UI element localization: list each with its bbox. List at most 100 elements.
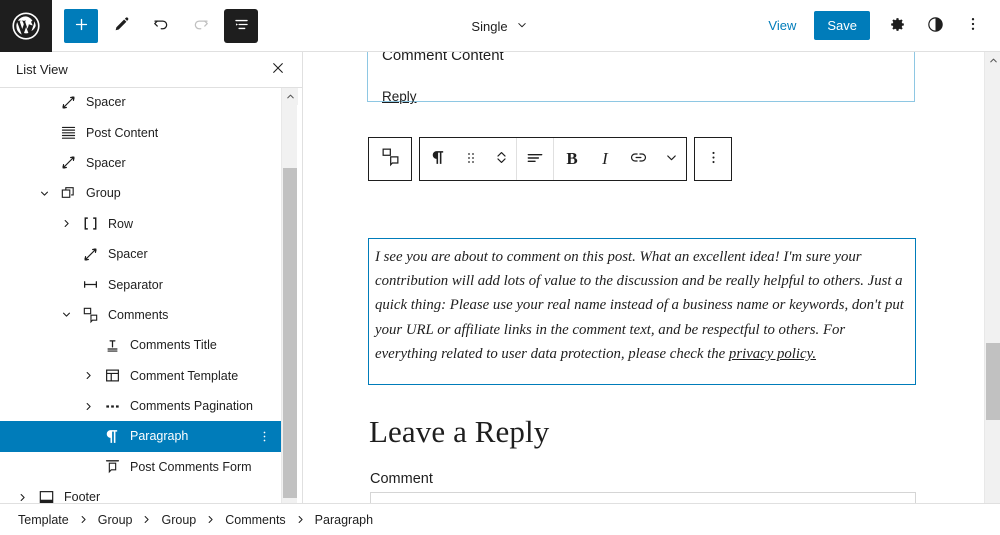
redo-arrow-icon [191,14,211,37]
list-view-toggle-button[interactable] [224,8,258,43]
paragraph-body-text: I see you are about to comment on this p… [375,249,904,362]
paragraph-block-text[interactable]: I see you are about to comment on this p… [375,245,907,366]
block-options-container [694,137,732,181]
canvas-scroll-up-arrow[interactable] [985,52,1000,69]
list-view-item-spacer[interactable]: Spacer [0,239,281,269]
gear-icon [888,15,907,37]
comments-pagination-icon [100,394,124,418]
comments-block-icon [380,146,401,172]
chevron-down-icon [664,150,679,168]
align-text-button[interactable] [517,138,553,180]
chevron-right-icon[interactable] [76,394,100,418]
header-right-actions: View Save [758,9,1000,43]
list-view-item-separator[interactable]: Separator [0,269,281,299]
link-button[interactable] [620,138,656,180]
italic-button[interactable]: I [590,138,620,180]
breadcrumb-separator-icon [141,514,152,525]
list-view-item-label: Group [86,186,121,201]
list-view-item-options-button[interactable] [253,425,275,447]
reply-link[interactable]: Reply [382,89,417,104]
settings-button[interactable] [880,9,914,43]
breadcrumb-item-group[interactable]: Group [96,511,135,529]
post-content-icon [56,121,80,145]
post-comments-form-icon [100,455,124,479]
list-view-item-comments-pagination[interactable]: Comments Pagination [0,391,281,421]
more-options-button[interactable] [956,9,990,43]
breadcrumb-separator-icon [78,514,89,525]
close-list-view-button[interactable] [266,58,290,82]
drag-block-handle[interactable] [456,138,486,180]
list-view-item-comment-template[interactable]: Comment Template [0,361,281,391]
header-left-toolbar [52,8,258,43]
breadcrumb: Template Group Group Comments Paragraph [16,511,375,529]
scroll-up-arrow[interactable] [282,88,298,105]
breadcrumb-item-comments[interactable]: Comments [223,511,287,529]
scroll-thumb[interactable] [283,168,297,498]
comment-field-label: Comment [370,471,433,487]
block-options-button[interactable] [695,138,731,180]
bold-b-icon: B [566,149,578,168]
list-view-item-label: Comments Title [130,338,217,353]
document-title-label: Single [471,18,508,34]
list-view-item-group[interactable]: Group [0,178,281,208]
list-view-item-row[interactable]: Row [0,209,281,239]
spacer-icon [56,90,80,114]
comments-title-icon [100,333,124,357]
comment-content-label: Comment Content [382,52,504,64]
block-type-paragraph-button[interactable] [420,138,456,180]
bold-button[interactable]: B [554,138,590,180]
group-icon [56,181,80,205]
canvas-scroll-thumb[interactable] [986,343,1000,420]
list-view-item-label: Post Content [86,125,159,140]
move-block-up-down-button[interactable] [486,138,516,180]
paragraph-pilcrow-icon [429,148,448,170]
document-title-dropdown[interactable]: Single [465,14,534,39]
chevron-down-icon[interactable] [32,181,56,205]
breadcrumb-separator-icon [205,514,216,525]
selected-paragraph-block[interactable]: I see you are about to comment on this p… [368,238,916,385]
list-view-item-label: Comments Pagination [130,399,253,414]
view-button[interactable]: View [758,12,806,39]
editor-canvas: Comment Content Reply B I I see you are … [303,52,1000,535]
list-view-item-post-content[interactable]: Post Content [0,117,281,147]
chevron-right-icon[interactable] [54,212,78,236]
list-view-item-post-comments-form[interactable]: Post Comments Form [0,452,281,482]
list-view-item-label: Spacer [86,155,126,170]
chevron-down-icon[interactable] [54,303,78,327]
six-dots-drag-icon [463,150,479,169]
editor-header: Single View Save [0,0,1000,52]
edit-tool-button[interactable] [104,9,138,43]
save-button[interactable]: Save [814,11,870,40]
list-view-item-spacer[interactable]: Spacer [0,88,281,117]
select-parent-block-button[interactable] [368,137,412,181]
canvas-scrollbar[interactable] [984,52,1000,535]
three-dots-vertical-icon [705,149,722,169]
privacy-policy-link[interactable]: privacy policy. [729,346,816,362]
list-view-item-comments[interactable]: Comments [0,300,281,330]
breadcrumb-item-group[interactable]: Group [159,511,198,529]
more-rich-text-options-button[interactable] [656,138,686,180]
list-view-item-comments-title[interactable]: Comments Title [0,330,281,360]
wordpress-logo-button[interactable] [0,0,52,52]
comment-template-preview-block[interactable]: Comment Content Reply [367,52,915,104]
three-dots-vertical-icon [964,15,982,36]
block-toolbar-main: B I [419,137,687,181]
list-view-item-label: Separator [108,277,163,292]
toggle-block-inserter-button[interactable] [64,8,98,43]
chevron-right-icon[interactable] [76,364,100,388]
wordpress-site-editor: Single View Save List View Spacer Post C… [0,0,1000,535]
undo-button[interactable] [144,9,178,43]
list-view-header: List View [0,52,302,88]
chevron-up-down-icon [493,149,510,169]
list-view-scrollbar[interactable] [281,88,298,535]
contrast-half-circle-icon [926,15,945,37]
alignment-group [516,138,553,180]
list-view-item-spacer[interactable]: Spacer [0,148,281,178]
list-view-item-label: Comments [108,307,169,322]
list-view-item-label: Paragraph [130,429,189,444]
breadcrumb-item-template[interactable]: Template [16,511,71,529]
redo-button[interactable] [184,9,218,43]
wordpress-logo-icon [11,11,41,41]
styles-button[interactable] [918,9,952,43]
list-view-item-paragraph[interactable]: Paragraph [0,421,281,452]
